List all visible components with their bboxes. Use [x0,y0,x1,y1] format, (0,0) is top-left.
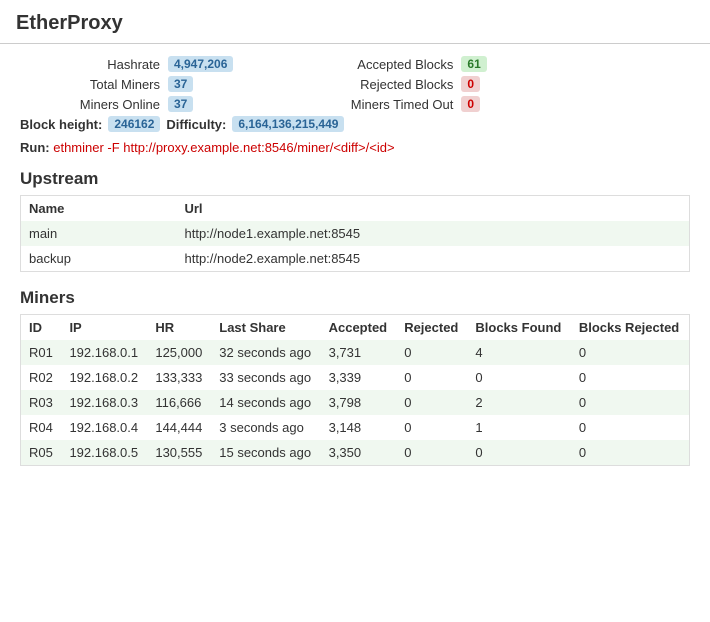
upstream-row: backup http://node2.example.net:8545 [21,246,690,272]
miner-cell-rejected: 0 [396,440,467,466]
miner-cell-last-share: 33 seconds ago [211,365,320,390]
miners-header-row: ID IP HR Last Share Accepted Rejected Bl… [21,315,690,341]
run-command: ethminer -F http://proxy.example.net:854… [53,140,394,155]
total-miners-label: Total Miners [60,77,160,92]
miner-cell-id: R05 [21,440,62,466]
miner-cell-hr: 125,000 [147,340,211,365]
miner-cell-accepted: 3,731 [321,340,397,365]
run-section: Run: ethminer -F http://proxy.example.ne… [20,140,690,155]
miner-cell-ip: 192.168.0.5 [61,440,147,466]
miner-cell-accepted: 3,339 [321,365,397,390]
accepted-blocks-label: Accepted Blocks [333,57,453,72]
miner-cell-last-share: 32 seconds ago [211,340,320,365]
rejected-blocks-value: 0 [461,76,480,92]
miner-cell-hr: 133,333 [147,365,211,390]
difficulty-value: 6,164,136,215,449 [232,116,344,132]
app-header: EtherProxy [0,0,710,44]
accepted-blocks-row: Accepted Blocks 61 [333,56,486,72]
miner-cell-rejected: 0 [396,340,467,365]
upstream-cell-url: http://node2.example.net:8545 [176,246,689,272]
miner-cell-blocks-found: 0 [467,365,570,390]
miners-row: R01 192.168.0.1 125,000 32 seconds ago 3… [21,340,690,365]
miner-cell-blocks-rejected: 0 [571,415,690,440]
block-height-value: 246162 [108,116,160,132]
miner-cell-rejected: 0 [396,390,467,415]
rejected-blocks-row: Rejected Blocks 0 [333,76,486,92]
miner-cell-ip: 192.168.0.1 [61,340,147,365]
miner-cell-ip: 192.168.0.2 [61,365,147,390]
miner-cell-hr: 116,666 [147,390,211,415]
miners-col-id: ID [21,315,62,341]
miners-col-last-share: Last Share [211,315,320,341]
miners-timed-out-row: Miners Timed Out 0 [333,96,486,112]
miner-cell-accepted: 3,148 [321,415,397,440]
miner-cell-hr: 144,444 [147,415,211,440]
hashrate-label: Hashrate [60,57,160,72]
hashrate-row: Hashrate 4,947,206 [60,56,233,72]
miners-timed-out-value: 0 [461,96,480,112]
upstream-col-name: Name [21,196,177,222]
miner-cell-blocks-rejected: 0 [571,340,690,365]
miner-cell-id: R01 [21,340,62,365]
miners-timed-out-label: Miners Timed Out [333,97,453,112]
miners-row: R05 192.168.0.5 130,555 15 seconds ago 3… [21,440,690,466]
miner-cell-blocks-rejected: 0 [571,440,690,466]
stats-left: Hashrate 4,947,206 Total Miners 37 Miner… [60,56,233,112]
run-label: Run: [20,140,50,155]
total-miners-row: Total Miners 37 [60,76,233,92]
miner-cell-blocks-rejected: 0 [571,365,690,390]
stats-right: Accepted Blocks 61 Rejected Blocks 0 Min… [333,56,486,112]
miners-row: R03 192.168.0.3 116,666 14 seconds ago 3… [21,390,690,415]
hashrate-value: 4,947,206 [168,56,233,72]
miners-col-hr: HR [147,315,211,341]
miners-online-row: Miners Online 37 [60,96,233,112]
miner-cell-ip: 192.168.0.4 [61,415,147,440]
miners-col-blocks-found: Blocks Found [467,315,570,341]
total-miners-value: 37 [168,76,193,92]
upstream-cell-url: http://node1.example.net:8545 [176,221,689,246]
miner-cell-blocks-rejected: 0 [571,390,690,415]
miner-cell-last-share: 14 seconds ago [211,390,320,415]
miner-cell-id: R02 [21,365,62,390]
block-info: Block height: 246162 Difficulty: 6,164,1… [20,116,690,132]
miner-cell-last-share: 15 seconds ago [211,440,320,466]
miners-row: R02 192.168.0.2 133,333 33 seconds ago 3… [21,365,690,390]
miner-cell-id: R04 [21,415,62,440]
miner-cell-accepted: 3,350 [321,440,397,466]
miners-col-ip: IP [61,315,147,341]
block-height-label: Block height: [20,117,102,132]
miner-cell-hr: 130,555 [147,440,211,466]
miners-table: ID IP HR Last Share Accepted Rejected Bl… [20,314,690,466]
upstream-row: main http://node1.example.net:8545 [21,221,690,246]
miners-online-label: Miners Online [60,97,160,112]
miners-col-accepted: Accepted [321,315,397,341]
rejected-blocks-label: Rejected Blocks [333,77,453,92]
difficulty-label: Difficulty: [166,117,226,132]
miners-col-blocks-rejected: Blocks Rejected [571,315,690,341]
upstream-cell-name: backup [21,246,177,272]
miner-cell-blocks-found: 0 [467,440,570,466]
miner-cell-ip: 192.168.0.3 [61,390,147,415]
miner-cell-blocks-found: 2 [467,390,570,415]
miner-cell-last-share: 3 seconds ago [211,415,320,440]
upstream-header-row: Name Url [21,196,690,222]
miner-cell-rejected: 0 [396,365,467,390]
accepted-blocks-value: 61 [461,56,486,72]
miner-cell-accepted: 3,798 [321,390,397,415]
upstream-col-url: Url [176,196,689,222]
miner-cell-blocks-found: 1 [467,415,570,440]
upstream-cell-name: main [21,221,177,246]
stats-section: Hashrate 4,947,206 Total Miners 37 Miner… [60,56,690,112]
app-title: EtherProxy [16,12,694,35]
miner-cell-blocks-found: 4 [467,340,570,365]
miner-cell-id: R03 [21,390,62,415]
miner-cell-rejected: 0 [396,415,467,440]
upstream-title: Upstream [20,169,690,189]
miners-title: Miners [20,288,690,308]
miners-online-value: 37 [168,96,193,112]
upstream-table: Name Url main http://node1.example.net:8… [20,195,690,272]
miners-col-rejected: Rejected [396,315,467,341]
miners-row: R04 192.168.0.4 144,444 3 seconds ago 3,… [21,415,690,440]
